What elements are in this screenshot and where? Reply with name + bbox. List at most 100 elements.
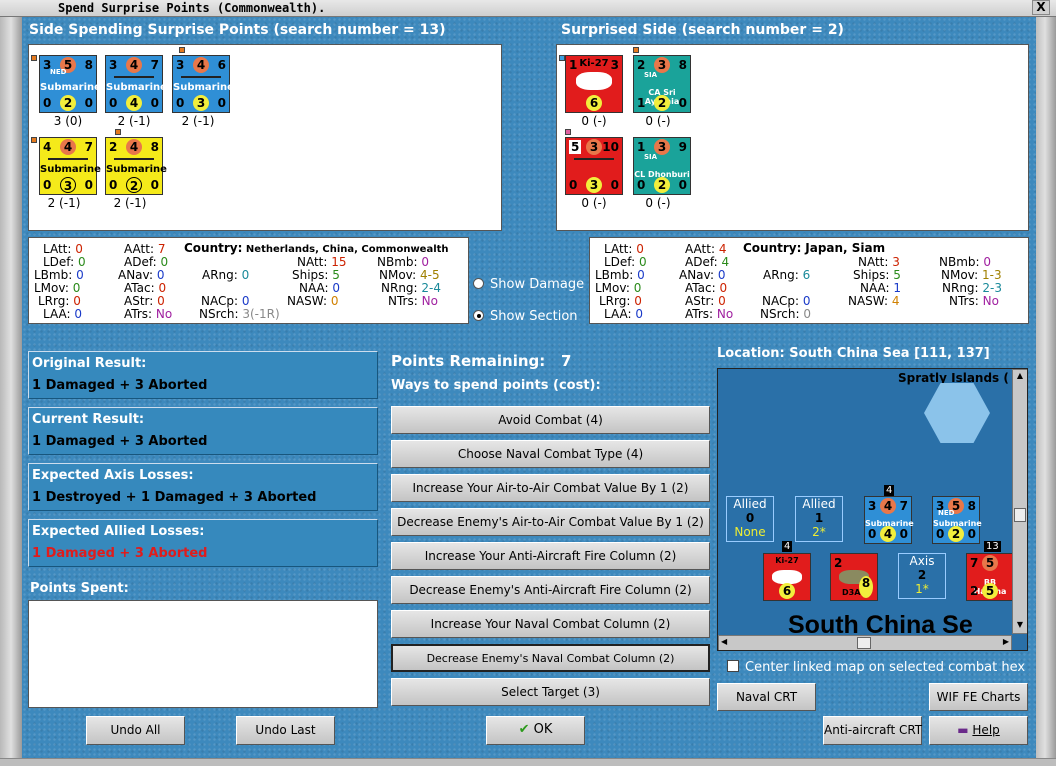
counter-value: 0 — [637, 178, 646, 192]
naval-crt-button[interactable]: Naval CRT — [717, 683, 816, 711]
stat-value: 0 — [76, 268, 84, 282]
stat-label: ATrs: — [124, 307, 153, 321]
decrease-enemy-anti-aircraft-button[interactable]: Decrease Enemy's Anti-Aircraft Fire Colu… — [391, 576, 710, 604]
help-button[interactable]: ▬ Help — [929, 716, 1028, 745]
stat-label: ADef: — [685, 255, 718, 269]
counter-value: 3 — [586, 177, 602, 193]
map-unit-counter[interactable]: 2 D3A1 8 — [830, 553, 878, 601]
allied-count: 1 — [814, 511, 824, 525]
increase-naval-combat-button[interactable]: Increase Your Naval Combat Column (2) — [391, 610, 710, 638]
stat-value: 0 — [717, 268, 726, 282]
stat-label: LMov: — [595, 281, 630, 295]
stat-label: ATrs: — [685, 307, 714, 321]
show-section-radio[interactable]: Show Section — [473, 309, 578, 324]
stat-value: 0 — [72, 281, 81, 295]
counter-value: 3 — [868, 499, 877, 513]
stack-count-badge: 4 — [782, 541, 793, 552]
unit-counter[interactable]: 1 3 9 SIA CL Dhonburi 0 2 0 — [633, 137, 691, 195]
stat-value: 0 — [635, 307, 644, 321]
stat-label: LRrg: — [599, 294, 631, 308]
unit-counter[interactable]: 3 4 6 Submarine 0 3 0 — [172, 55, 234, 113]
map-unit-counter[interactable]: 3 4 7 Submarine 0 4 0 — [864, 496, 914, 544]
ok-button[interactable]: ✔ OK — [486, 716, 585, 745]
stat-value: 0 — [73, 294, 81, 308]
close-button[interactable]: X — [1032, 0, 1050, 15]
decrease-enemy-air-to-air-button[interactable]: Decrease Enemy's Air-to-Air Combat Value… — [391, 508, 710, 536]
allied-status: 2* — [812, 525, 826, 539]
points-spent-label: Points Spent: — [30, 581, 129, 596]
points-remaining: Points Remaining: 7 — [391, 352, 571, 370]
avoid-combat-button[interactable]: Avoid Combat (4) — [391, 406, 710, 434]
counter-value: 2 — [654, 177, 670, 193]
counter-value: 0 — [43, 178, 52, 192]
counter-value: 7 — [84, 140, 93, 154]
scroll-down-arrow-icon[interactable]: ▼ — [1014, 620, 1026, 632]
unit-counter[interactable]: 1 Ki-27 3 6 — [565, 55, 623, 113]
counter-value: 4 — [880, 498, 896, 514]
map-vertical-scrollbar[interactable]: ▲ ▼ — [1012, 369, 1027, 634]
counter-value: 3 — [60, 177, 76, 193]
mini-map[interactable]: Spratly Islands ( Allied 0 None Allied 1… — [717, 368, 1028, 651]
stat-value: 1 — [893, 281, 902, 295]
stat-label: ADef: — [124, 255, 157, 269]
unit-counter[interactable]: 2 3 8 SIA CA Sri Ayuthia 1 2 0 — [633, 55, 691, 113]
original-result-box: Original Result: 1 Damaged + 3 Aborted — [28, 351, 378, 399]
increase-anti-aircraft-button[interactable]: Increase Your Anti-Aircraft Fire Column … — [391, 542, 710, 570]
stat-label: NRng: — [942, 281, 979, 295]
stat-label: NMov: — [379, 268, 417, 282]
counter-value: 5 — [569, 140, 582, 154]
decrease-enemy-naval-combat-button[interactable]: Decrease Enemy's Naval Combat Column (2) — [391, 644, 710, 672]
left-units-panel: 3 5 8 NED Submarine 0 2 0 3 (0) 3 4 7 Su… — [28, 44, 502, 231]
unit-counter[interactable]: 4 4 7 Submarine 0 3 0 — [39, 137, 101, 195]
undo-all-button[interactable]: Undo All — [86, 716, 185, 745]
scroll-thumb[interactable] — [1014, 508, 1026, 522]
unit-counter[interactable]: 2 4 8 Submarine 0 2 0 — [105, 137, 167, 195]
ways-label: Ways to spend points (cost): — [391, 378, 601, 393]
nationality-label: SIA — [644, 153, 658, 161]
allied-status: None — [734, 525, 766, 539]
points-remaining-label: Points Remaining: — [391, 352, 546, 370]
counter-value: 5 — [982, 555, 998, 571]
counter-value: 0 — [150, 178, 159, 192]
counter-value: 0 — [176, 96, 185, 110]
country-value: Netherlands, China, Commonwealth — [245, 244, 449, 255]
counter-value: 4 — [880, 526, 896, 542]
title-bar[interactable]: Spend Surprise Points (Commonwealth). X — [0, 0, 1056, 17]
scroll-left-arrow-icon[interactable]: ◀ — [721, 637, 727, 646]
left-side-header: Side Spending Surprise Points (search nu… — [29, 22, 446, 38]
unit-name: Submarine — [173, 82, 234, 93]
unit-counter[interactable]: 5 3 10 0 3 0 — [565, 137, 623, 195]
center-map-checkbox[interactable]: Center linked map on selected combat hex — [727, 660, 1025, 675]
map-unit-counter[interactable]: Ki-27 6 — [763, 553, 811, 601]
counter-value: 0 — [936, 527, 945, 541]
wif-fe-charts-button[interactable]: WIF FE Charts — [929, 683, 1028, 711]
undo-last-button[interactable]: Undo Last — [236, 716, 335, 745]
anti-aircraft-crt-button[interactable]: Anti-aircraft CRT — [823, 716, 922, 745]
increase-air-to-air-button[interactable]: Increase Your Air-to-Air Combat Value By… — [391, 474, 710, 502]
unit-counter[interactable]: 3 5 8 NED Submarine 0 2 0 — [39, 55, 101, 113]
map-unit-counter[interactable]: 7 5 BB Haruna 2 5 — [966, 553, 1014, 601]
map-horizontal-scrollbar[interactable]: ◀ ▶ — [718, 635, 1012, 650]
choose-naval-combat-type-button[interactable]: Choose Naval Combat Type (4) — [391, 440, 710, 468]
left-stats-panel: LAtt: 0 LDef: 0 LBmb: 0 LMov: 0 LRrg: 0 … — [28, 237, 469, 324]
counter-value: 8 — [678, 58, 687, 72]
ship-silhouette-icon — [114, 72, 154, 78]
show-damage-radio[interactable]: Show Damage — [473, 277, 584, 292]
counter-value: 4 — [60, 139, 76, 155]
bottom-frame — [0, 758, 1056, 766]
stat-value: No — [421, 294, 438, 308]
select-target-button[interactable]: Select Target (3) — [391, 678, 710, 706]
counter-value: 8 — [967, 499, 976, 513]
scroll-thumb[interactable] — [857, 637, 871, 649]
scroll-right-arrow-icon[interactable]: ▶ — [1003, 637, 1009, 646]
allied-losses-value: 1 Damaged + 3 Aborted — [32, 546, 208, 561]
checkmark-icon: ✔ — [518, 722, 530, 737]
points-spent-list[interactable] — [28, 600, 378, 708]
scroll-up-arrow-icon[interactable]: ▲ — [1014, 371, 1026, 383]
unit-counter[interactable]: 3 4 7 Submarine 0 4 0 — [105, 55, 167, 113]
counter-value: 1 — [637, 96, 646, 110]
counter-caption: 2 (-1) — [117, 114, 151, 128]
map-unit-counter[interactable]: 3 5 8 NED Submarine 0 2 0 — [932, 496, 982, 544]
stat-label: AAtt: — [685, 242, 715, 256]
counter-value: 0 — [899, 527, 908, 541]
